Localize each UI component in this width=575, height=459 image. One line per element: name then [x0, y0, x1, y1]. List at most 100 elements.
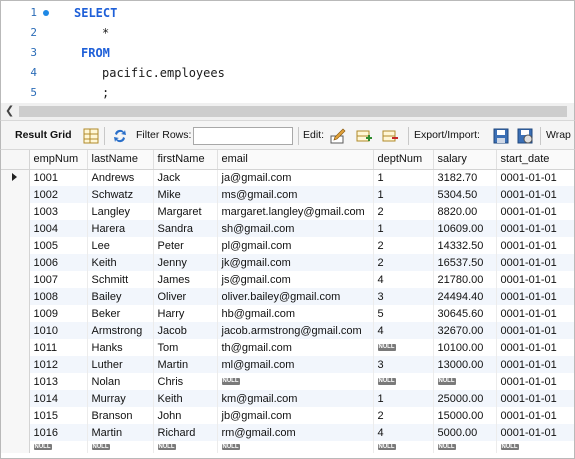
table-cell[interactable]: 1 [373, 169, 434, 186]
table-cell[interactable]: js@gmail.com [217, 271, 374, 288]
table-cell[interactable]: 0001-01-01 [496, 237, 574, 254]
table-cell[interactable]: oliver.bailey@gmail.com [217, 288, 374, 305]
table-cell-null[interactable]: NULL [496, 441, 574, 453]
table-cell[interactable]: rm@gmail.com [217, 424, 374, 441]
table-cell[interactable]: 14332.50 [433, 237, 497, 254]
table-cell[interactable]: 10609.00 [433, 220, 497, 237]
table-cell-null[interactable]: NULL [153, 441, 218, 453]
table-cell[interactable]: 0001-01-01 [496, 373, 574, 390]
table-cell[interactable]: Schwatz [87, 186, 154, 203]
table-cell[interactable]: Luther [87, 356, 154, 373]
table-row[interactable]: 1004 Harera Sandra sh@gmail.com 1 10609.00 000… [1, 220, 574, 237]
row-selector[interactable] [1, 390, 30, 407]
table-cell[interactable]: 3182.70 [433, 169, 497, 186]
grid-view-icon[interactable] [82, 127, 100, 145]
table-cell[interactable]: 0001-01-01 [496, 339, 574, 356]
table-cell[interactable]: 4 [373, 424, 434, 441]
table-cell[interactable]: Keith [153, 390, 218, 407]
table-cell-null[interactable]: NULL [87, 441, 154, 453]
row-selector[interactable] [1, 254, 30, 271]
table-cell[interactable]: jacob.armstrong@gmail.com [217, 322, 374, 339]
table-row[interactable]: 1006 Keith Jenny jk@gmail.com 2 16537.50 0001-… [1, 254, 574, 271]
table-cell[interactable]: pl@gmail.com [217, 237, 374, 254]
table-cell[interactable]: 1008 [29, 288, 88, 305]
table-cell[interactable]: Martin [153, 356, 218, 373]
table-cell[interactable]: ja@gmail.com [217, 169, 374, 186]
column-header[interactable]: deptNum [373, 150, 434, 170]
table-cell[interactable]: Branson [87, 407, 154, 424]
export-icon[interactable] [492, 127, 510, 145]
table-cell[interactable]: 1014 [29, 390, 88, 407]
table-cell[interactable]: 0001-01-01 [496, 203, 574, 220]
table-cell-null[interactable]: NULL [217, 441, 374, 453]
table-cell[interactable]: 1001 [29, 169, 88, 186]
table-cell[interactable]: 5 [373, 305, 434, 322]
table-cell[interactable]: margaret.langley@gmail.com [217, 203, 374, 220]
column-header[interactable]: start_date [496, 150, 574, 170]
table-cell[interactable]: jk@gmail.com [217, 254, 374, 271]
table-cell[interactable]: 0001-01-01 [496, 271, 574, 288]
edit-row-icon[interactable] [329, 127, 347, 145]
table-cell[interactable]: 0001-01-01 [496, 186, 574, 203]
table-cell[interactable]: John [153, 407, 218, 424]
row-selector[interactable] [1, 220, 30, 237]
table-cell[interactable]: 1005 [29, 237, 88, 254]
table-row[interactable]: 1015 Branson John jb@gmail.com 2 15000.00 0001… [1, 407, 574, 424]
table-cell[interactable]: 1016 [29, 424, 88, 441]
table-cell[interactable]: 13000.00 [433, 356, 497, 373]
row-selector[interactable] [1, 271, 30, 288]
table-cell[interactable]: Mike [153, 186, 218, 203]
table-cell[interactable]: 1010 [29, 322, 88, 339]
row-selector[interactable] [1, 305, 30, 322]
table-cell[interactable]: 0001-01-01 [496, 288, 574, 305]
scrollbar-thumb[interactable] [19, 106, 567, 117]
table-cell[interactable]: 1011 [29, 339, 88, 356]
table-row[interactable]: 1001 Andrews Jack ja@gmail.com 1 3182.70 0001-… [1, 169, 574, 186]
table-cell[interactable]: 21780.00 [433, 271, 497, 288]
table-cell[interactable]: 32670.00 [433, 322, 497, 339]
table-row[interactable]: 1016 Martin Richard rm@gmail.com 4 5000.00 000… [1, 424, 574, 441]
table-cell[interactable]: 0001-01-01 [496, 407, 574, 424]
row-selector[interactable] [1, 237, 30, 254]
result-grid[interactable]: empNum lastName firstName email deptNum … [0, 150, 575, 459]
table-cell[interactable]: 4 [373, 271, 434, 288]
row-selector[interactable] [1, 407, 30, 424]
table-cell-null[interactable]: NULL [29, 441, 88, 453]
table-cell[interactable]: James [153, 271, 218, 288]
table-cell[interactable]: Andrews [87, 169, 154, 186]
table-cell[interactable]: Beker [87, 305, 154, 322]
table-cell-null[interactable]: NULL [373, 373, 434, 390]
row-selector[interactable] [1, 441, 30, 453]
code-text[interactable]: * [102, 23, 109, 43]
row-selector[interactable] [1, 203, 30, 220]
table-cell[interactable]: 1012 [29, 356, 88, 373]
filter-rows-input[interactable] [193, 127, 293, 145]
table-cell[interactable]: 30645.60 [433, 305, 497, 322]
table-cell[interactable]: 0001-01-01 [496, 356, 574, 373]
table-cell[interactable]: 0001-01-01 [496, 169, 574, 186]
table-cell[interactable]: 5000.00 [433, 424, 497, 441]
table-cell[interactable]: 1003 [29, 203, 88, 220]
editor-horizontal-scrollbar[interactable]: ❮ [0, 103, 575, 120]
table-cell[interactable]: th@gmail.com [217, 339, 374, 356]
table-row[interactable]: 1014 Murray Keith km@gmail.com 1 25000.00 0001… [1, 390, 574, 407]
table-cell[interactable]: Jenny [153, 254, 218, 271]
table-cell[interactable]: 0001-01-01 [496, 424, 574, 441]
table-cell[interactable]: Armstrong [87, 322, 154, 339]
table-cell[interactable]: 15000.00 [433, 407, 497, 424]
table-cell-null[interactable]: NULL [373, 339, 434, 356]
table-cell[interactable]: 10100.00 [433, 339, 497, 356]
sql-editor[interactable]: 1 SELECT 2 * 3 FROM 4 pacific.employees … [0, 0, 575, 103]
table-cell[interactable]: hb@gmail.com [217, 305, 374, 322]
table-cell[interactable]: Murray [87, 390, 154, 407]
code-text[interactable]: ; [102, 83, 109, 103]
table-row[interactable]: 1005 Lee Peter pl@gmail.com 2 14332.50 0001-01… [1, 237, 574, 254]
table-row[interactable]: 1003 Langley Margaret margaret.langley@gmai… [1, 203, 574, 220]
table-cell[interactable]: Bailey [87, 288, 154, 305]
scroll-left-arrow-icon[interactable]: ❮ [5, 104, 14, 117]
row-selector[interactable] [1, 356, 30, 373]
table-row[interactable]: 1002 Schwatz Mike ms@gmail.com 1 5304.50 0001-… [1, 186, 574, 203]
table-row[interactable]: 1013 Nolan Chris NULL NULL NULL 0001-01-01 [1, 373, 574, 390]
column-header[interactable]: salary [433, 150, 497, 170]
table-cell[interactable]: Sandra [153, 220, 218, 237]
